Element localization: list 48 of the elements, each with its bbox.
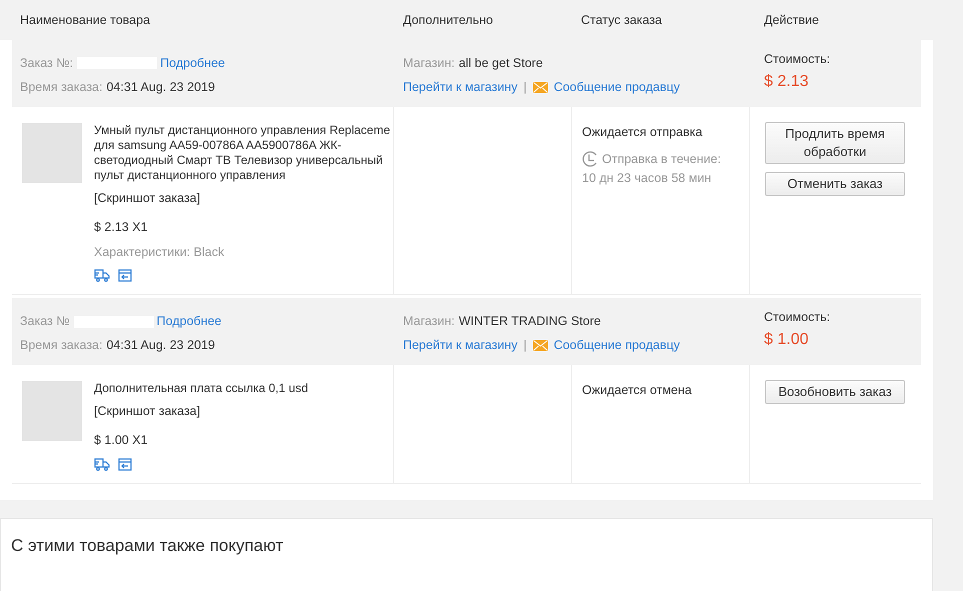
details-link[interactable]: Подробнее (160, 54, 225, 73)
product-title[interactable]: Дополнительная плата ссылка 0,1 usd (94, 381, 393, 396)
column-header: Действие (763, 12, 820, 29)
item-specs: Характеристики: Black (94, 244, 226, 261)
order-screenshot-link[interactable]: [Скриншот заказа] (94, 189, 393, 208)
cost-value: $ 1.00 (764, 330, 810, 350)
order-number-label: Заказ № (20, 313, 70, 330)
message-seller-link[interactable]: Сообщение продавцу (554, 336, 680, 355)
order-time: 04:31 Aug. 23 2019 (106, 337, 215, 354)
envelope-icon (532, 340, 548, 351)
recommendations-title: С этими товарами также покупают (11, 536, 284, 555)
details-link[interactable]: Подробнее (156, 312, 222, 331)
store-name: all be get Store (458, 55, 543, 72)
product-title[interactable]: Умный пульт дистанционного управления Replaceme для samsung AA59-00786A AA5900786A ЖК-светодиодный Смарт ТВ Телевизор универсальный пульт дистанционного управления (94, 123, 393, 183)
cost-label: Стоимость: (764, 309, 832, 326)
return-box-icon[interactable] (118, 458, 132, 471)
order-time-label: Время заказа: (20, 78, 102, 96)
order-status: Ожидается отправка (582, 124, 704, 141)
order-action-button[interactable]: Отменить заказ (765, 172, 905, 196)
column-header: Наименование товара (19, 12, 152, 29)
link-separator: | (523, 337, 527, 354)
envelope-icon (532, 82, 548, 93)
cost-value: $ 2.13 (764, 72, 810, 92)
order-time-label: Время заказа: (20, 337, 102, 354)
clock-icon (582, 150, 598, 167)
cost-label: Стоимость: (764, 51, 832, 68)
truck-icon[interactable] (94, 269, 110, 282)
order-status: Ожидается отмена (582, 382, 693, 400)
column-header: Дополнительно (402, 12, 494, 29)
message-seller-link[interactable]: Сообщение продавцу (554, 78, 680, 96)
link-separator: | (523, 78, 527, 96)
order-screenshot-link[interactable]: [Скриншот заказа] (94, 402, 393, 421)
store-link[interactable]: Перейти к магазину (403, 78, 518, 96)
order-action-button[interactable]: Возобновить заказ (765, 380, 905, 404)
store-name: WINTER TRADING Store (458, 313, 601, 330)
store-link[interactable]: Перейти к магазину (403, 336, 518, 355)
order-number-label: Заказ №: (20, 55, 74, 72)
item-price: $ 1.00 X1 (94, 432, 149, 449)
truck-icon[interactable] (94, 458, 110, 471)
shipping-countdown: 10 дн 23 часов 58 мин (582, 170, 712, 186)
column-header: Статус заказа (580, 12, 663, 29)
order-time: 04:31 Aug. 23 2019 (106, 78, 215, 96)
return-box-icon[interactable] (118, 269, 132, 282)
shipping-deadline-label: Отправка в течение: (602, 150, 721, 168)
store-label: Магазин: (403, 55, 455, 72)
order-action-button[interactable]: Продлить время обработки (765, 122, 905, 164)
item-price: $ 2.13 X1 (94, 218, 149, 236)
store-label: Магазин: (403, 313, 455, 330)
